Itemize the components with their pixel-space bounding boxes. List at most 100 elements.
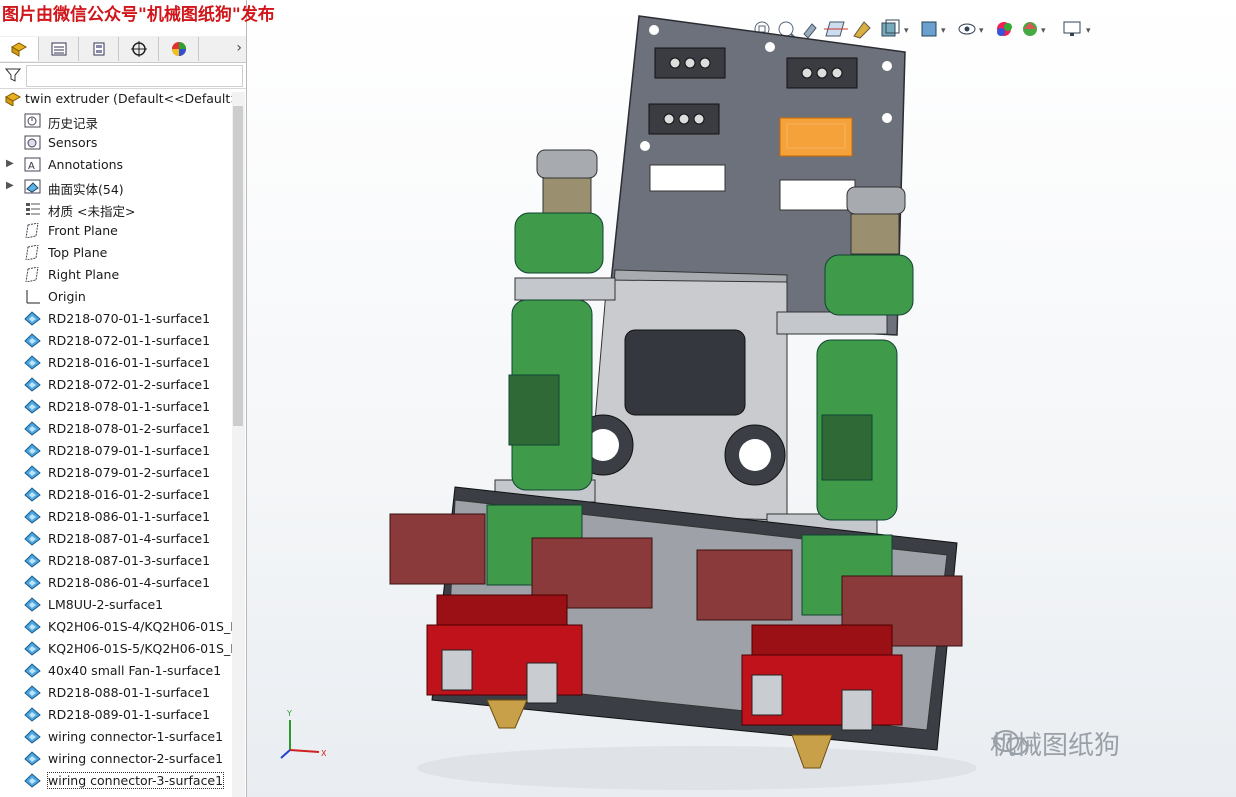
feature-manager-icon: [10, 42, 28, 57]
tree-item-label: RD218-070-01-1-surface1: [48, 311, 211, 326]
tree-item-label: RD218-078-01-2-surface1: [48, 421, 211, 436]
tree-root-label: twin extruder (Default<<Default>_[: [25, 91, 232, 106]
tree-item[interactable]: RD218-087-01-3-surface1: [0, 550, 232, 572]
tree-item-label: RD218-079-01-2-surface1: [48, 465, 211, 480]
tree-item[interactable]: RD218-072-01-1-surface1: [0, 330, 232, 352]
surface-icon: [24, 553, 41, 568]
coordinate-triad-icon: Y X: [280, 709, 327, 759]
graphics-area[interactable]: ▾ ▾ ▾ ▾ ▾ Y X: [247, 0, 1236, 797]
tree-item[interactable]: wiring connector-1-surface1: [0, 726, 232, 748]
surface-icon: [24, 465, 41, 480]
tree-item[interactable]: KQ2H06-01S-5/KQ2H06-01S_KC: [0, 638, 232, 660]
surface-icon: [24, 729, 41, 744]
tree-item[interactable]: 历史记录: [0, 110, 232, 132]
surface-icon: [24, 487, 41, 502]
tree-item[interactable]: Origin: [0, 286, 232, 308]
dimxpert-icon: [131, 41, 147, 57]
surface-icon: [24, 377, 41, 392]
filter-bar: [0, 62, 246, 89]
tree-item-label: wiring connector-1-surface1: [48, 729, 224, 744]
tree-item-label: RD218-086-01-1-surface1: [48, 509, 211, 524]
tree-item-label: 历史记录: [48, 116, 99, 131]
tree-item[interactable]: RD218-087-01-4-surface1: [0, 528, 232, 550]
material-icon: [24, 201, 41, 216]
tree-item[interactable]: ▶ 曲面实体(54): [0, 176, 232, 198]
property-manager-tab[interactable]: [40, 37, 79, 61]
svg-text:X: X: [321, 749, 327, 758]
tree-item-label: RD218-079-01-1-surface1: [48, 443, 211, 458]
connector: [654, 47, 726, 79]
tree-item-label: wiring connector-3-surface1: [46, 772, 225, 789]
tree-item-label: 材质 <未指定>: [48, 204, 136, 219]
feature-manager-tab[interactable]: [0, 37, 39, 61]
tree-item-label: Top Plane: [48, 245, 108, 260]
tree-item-label: Right Plane: [48, 267, 120, 282]
tree-item[interactable]: ▶ A Annotations: [0, 154, 232, 176]
surface-icon: [24, 619, 41, 634]
plane-icon: [24, 222, 41, 239]
tree-item[interactable]: RD218-078-01-1-surface1: [0, 396, 232, 418]
tree-item[interactable]: Right Plane: [0, 264, 232, 286]
tabs-scroll-right-icon[interactable]: ›: [236, 40, 242, 56]
svg-text:Y: Y: [286, 709, 292, 718]
expand-arrow-icon[interactable]: ▶: [6, 180, 14, 191]
sensors-icon: [24, 135, 41, 150]
tree-item[interactable]: Top Plane: [0, 242, 232, 264]
property-manager-icon: [51, 42, 67, 56]
configuration-manager-tab[interactable]: [80, 37, 119, 61]
tree-item[interactable]: wiring connector-3-surface1: [0, 770, 232, 792]
surface-icon: [24, 355, 41, 370]
tree-item-label: RD218-072-01-2-surface1: [48, 377, 211, 392]
tree-item[interactable]: LM8UU-2-surface1: [0, 594, 232, 616]
display-manager-tab[interactable]: [160, 37, 199, 61]
dimxpert-tab[interactable]: [120, 37, 159, 61]
tree-item[interactable]: RD218-086-01-4-surface1: [0, 572, 232, 594]
connector-selected: [779, 117, 853, 157]
tree-item[interactable]: RD218-078-01-2-surface1: [0, 418, 232, 440]
tree-item[interactable]: 40x40 small Fan-1-surface1: [0, 660, 232, 682]
tree-item-label: RD218-016-01-1-surface1: [48, 355, 211, 370]
expand-arrow-icon[interactable]: ▶: [6, 158, 14, 169]
surface-icon: [24, 663, 41, 678]
plane-icon: [24, 244, 41, 261]
tree-item[interactable]: RD218-079-01-1-surface1: [0, 440, 232, 462]
tree-item[interactable]: KQ2H06-01S-4/KQ2H06-01S_KC: [0, 616, 232, 638]
configuration-manager-icon: [93, 42, 105, 56]
surface-bodies-icon: [24, 179, 41, 194]
tree-item[interactable]: RD218-079-01-2-surface1: [0, 462, 232, 484]
tree-item[interactable]: 材质 <未指定>: [0, 198, 232, 220]
surface-icon: [24, 531, 41, 546]
tree-item-label: RD218-087-01-3-surface1: [48, 553, 211, 568]
surface-icon: [24, 773, 41, 788]
tree-item[interactable]: RD218-089-01-1-surface1: [0, 704, 232, 726]
tree-item-label: RD218-087-01-4-surface1: [48, 531, 211, 546]
tree-item[interactable]: wiring connector-2-surface1: [0, 748, 232, 770]
tree-item-label: RD218-072-01-1-surface1: [48, 333, 211, 348]
tree-scrollbar-thumb[interactable]: [233, 106, 243, 426]
tree-item[interactable]: RD218-088-01-1-surface1: [0, 682, 232, 704]
tree-item[interactable]: RD218-086-01-1-surface1: [0, 506, 232, 528]
surface-icon: [24, 685, 41, 700]
tree-item-label: KQ2H06-01S-4/KQ2H06-01S_KC: [48, 619, 232, 634]
tree-item-label: RD218-016-01-2-surface1: [48, 487, 211, 502]
tree-item-label: RD218-078-01-1-surface1: [48, 399, 211, 414]
tree-item-label: Origin: [48, 289, 86, 304]
filter-icon[interactable]: [5, 67, 21, 83]
tree-item[interactable]: RD218-016-01-2-surface1: [0, 484, 232, 506]
manager-tabs: ›: [0, 36, 246, 63]
watermark-bottom: 机械图纸狗: [990, 731, 1121, 761]
tree-item[interactable]: RD218-016-01-1-surface1: [0, 352, 232, 374]
tree-item[interactable]: Sensors: [0, 132, 232, 154]
tree-item-label: 曲面实体(54): [48, 182, 124, 197]
tree-item[interactable]: RD218-072-01-2-surface1: [0, 374, 232, 396]
model-render[interactable]: Y X: [247, 0, 1236, 797]
surface-icon: [24, 399, 41, 414]
tree-item-label: KQ2H06-01S-5/KQ2H06-01S_KC: [48, 641, 232, 656]
tree-root-twin-extruder[interactable]: twin extruder (Default<<Default>_[: [0, 88, 232, 110]
surface-icon: [24, 443, 41, 458]
history-icon: [24, 113, 41, 128]
tree-item[interactable]: RD218-070-01-1-surface1: [0, 308, 232, 330]
filter-input[interactable]: [26, 65, 243, 87]
tree-item-label: RD218-086-01-4-surface1: [48, 575, 211, 590]
tree-item[interactable]: Front Plane: [0, 220, 232, 242]
